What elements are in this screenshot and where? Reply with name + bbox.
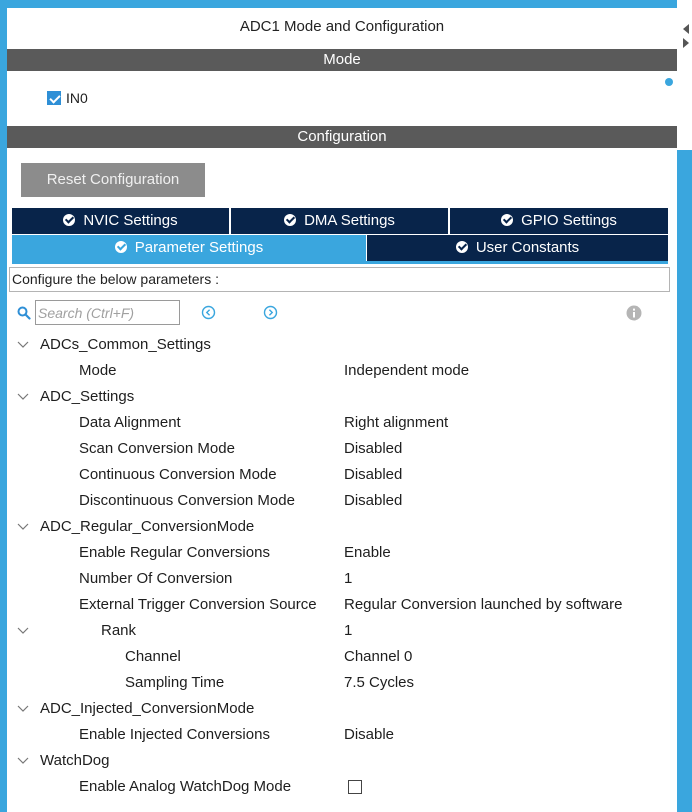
param-row-sampling-time[interactable]: Sampling Time 7.5 Cycles <box>9 670 674 696</box>
mode-section-body <box>7 71 677 121</box>
param-value[interactable]: Right alignment <box>344 410 448 436</box>
param-row-analog-watchdog[interactable]: Enable Analog WatchDog Mode <box>9 774 674 800</box>
configure-instructions: Configure the below parameters : <box>9 267 670 292</box>
check-circle-icon <box>114 241 127 253</box>
chevron-down-icon[interactable] <box>17 522 29 532</box>
param-value[interactable]: Disabled <box>344 462 402 488</box>
param-name: Enable Injected Conversions <box>79 726 270 743</box>
tab-parameter-settings[interactable]: Parameter Settings <box>12 235 366 261</box>
param-name: Discontinuous Conversion Mode <box>79 492 295 509</box>
configuration-section-header: Configuration <box>7 126 677 148</box>
param-name: Scan Conversion Mode <box>79 440 235 457</box>
group-label: ADCs_Common_Settings <box>40 336 211 353</box>
window-right-border <box>677 0 692 812</box>
collapse-left-icon[interactable] <box>681 22 691 52</box>
reset-configuration-button[interactable]: Reset Configuration <box>21 163 205 197</box>
param-row-continuous-conversion[interactable]: Continuous Conversion Mode Disabled <box>9 462 674 488</box>
param-row-data-alignment[interactable]: Data Alignment Right alignment <box>9 410 674 436</box>
param-row-mode[interactable]: Mode Independent mode <box>9 358 674 384</box>
tree-group-watchdog[interactable]: WatchDog <box>9 748 674 774</box>
param-row-rank[interactable]: Rank 1 <box>9 618 674 644</box>
param-name: Channel <box>125 648 181 665</box>
panel-title: ADC1 Mode and Configuration <box>239 18 445 35</box>
panel-collapse-arrows-icon[interactable] <box>681 22 691 52</box>
param-name: Number Of Conversion <box>79 570 233 587</box>
window-left-border <box>0 0 7 812</box>
group-label: ADC_Regular_ConversionMode <box>40 518 255 535</box>
param-name: Continuous Conversion Mode <box>79 466 277 483</box>
check-circle-icon <box>284 214 297 226</box>
check-circle-icon <box>501 214 514 226</box>
param-value[interactable]: Disable <box>344 722 394 748</box>
check-circle-icon <box>63 214 76 226</box>
mode-section-header: Mode <box>7 49 677 71</box>
tree-group-adc-injected-conversion[interactable]: ADC_Injected_ConversionMode <box>9 696 674 722</box>
param-name: Mode <box>79 362 117 379</box>
in0-checkbox[interactable] <box>47 91 61 105</box>
param-row-enable-injected[interactable]: Enable Injected Conversions Disable <box>9 722 674 748</box>
param-value[interactable]: Disabled <box>344 488 402 514</box>
param-value[interactable]: Regular Conversion launched by software <box>344 592 623 618</box>
tab-gpio-settings[interactable]: GPIO Settings <box>450 208 668 234</box>
tab-nvic-settings[interactable]: NVIC Settings <box>12 208 229 234</box>
check-circle-icon <box>455 241 468 253</box>
param-value[interactable]: Disabled <box>344 436 402 462</box>
tab-user-constants[interactable]: User Constants <box>367 235 668 261</box>
param-row-number-of-conversion[interactable]: Number Of Conversion 1 <box>9 566 674 592</box>
param-row-enable-regular[interactable]: Enable Regular Conversions Enable <box>9 540 674 566</box>
chevron-down-icon[interactable] <box>17 626 29 636</box>
prev-icon[interactable] <box>201 305 216 320</box>
next-icon[interactable] <box>263 305 278 320</box>
tree-group-adcs-common-settings[interactable]: ADCs_Common_Settings <box>9 332 674 358</box>
param-row-channel[interactable]: Channel Channel 0 <box>9 644 674 670</box>
info-icon[interactable] <box>626 305 642 321</box>
group-label: ADC_Injected_ConversionMode <box>40 700 255 717</box>
param-value[interactable]: 1 <box>344 618 352 644</box>
group-label: ADC_Settings <box>40 388 135 405</box>
param-value[interactable]: Channel 0 <box>344 644 412 670</box>
chevron-down-icon[interactable] <box>17 392 29 402</box>
param-name: Rank <box>101 622 137 639</box>
tree-group-adc-settings[interactable]: ADC_Settings <box>9 384 674 410</box>
tab-dma-settings[interactable]: DMA Settings <box>231 208 448 234</box>
tab-label: User Constants <box>475 239 580 256</box>
in0-label: IN0 <box>66 90 88 106</box>
param-name: Enable Regular Conversions <box>79 544 270 561</box>
param-value[interactable]: 7.5 Cycles <box>344 670 414 696</box>
search-input[interactable] <box>35 300 180 325</box>
tab-label: GPIO Settings <box>521 212 617 229</box>
param-name: Enable Analog WatchDog Mode <box>79 778 292 795</box>
param-row-discontinuous-conversion[interactable]: Discontinuous Conversion Mode Disabled <box>9 488 674 514</box>
chevron-down-icon[interactable] <box>17 340 29 350</box>
tab-label: Parameter Settings <box>134 239 264 256</box>
tree-group-adc-regular-conversion[interactable]: ADC_Regular_ConversionMode <box>9 514 674 540</box>
window-top-border <box>0 0 692 8</box>
param-value[interactable]: Enable <box>344 540 391 566</box>
tab-label: NVIC Settings <box>83 212 178 229</box>
search-icon <box>17 306 31 320</box>
param-value[interactable]: 1 <box>344 566 352 592</box>
param-value[interactable]: Independent mode <box>344 358 469 384</box>
param-name: External Trigger Conversion Source <box>79 596 317 613</box>
param-name: Data Alignment <box>79 414 181 431</box>
param-row-scan-conversion[interactable]: Scan Conversion Mode Disabled <box>9 436 674 462</box>
param-name: Sampling Time <box>125 674 225 691</box>
chevron-down-icon[interactable] <box>17 756 29 766</box>
tab-label: DMA Settings <box>304 212 395 229</box>
scrollbar-indicator[interactable] <box>665 78 673 86</box>
group-label: WatchDog <box>40 752 110 769</box>
param-row-external-trigger[interactable]: External Trigger Conversion Source Regul… <box>9 592 674 618</box>
chevron-down-icon[interactable] <box>17 704 29 714</box>
analog-watchdog-checkbox[interactable] <box>348 780 362 794</box>
adc-config-panel: ADC1 Mode and Configuration Mode IN0 Con… <box>0 0 692 812</box>
tab-underline <box>12 261 668 264</box>
